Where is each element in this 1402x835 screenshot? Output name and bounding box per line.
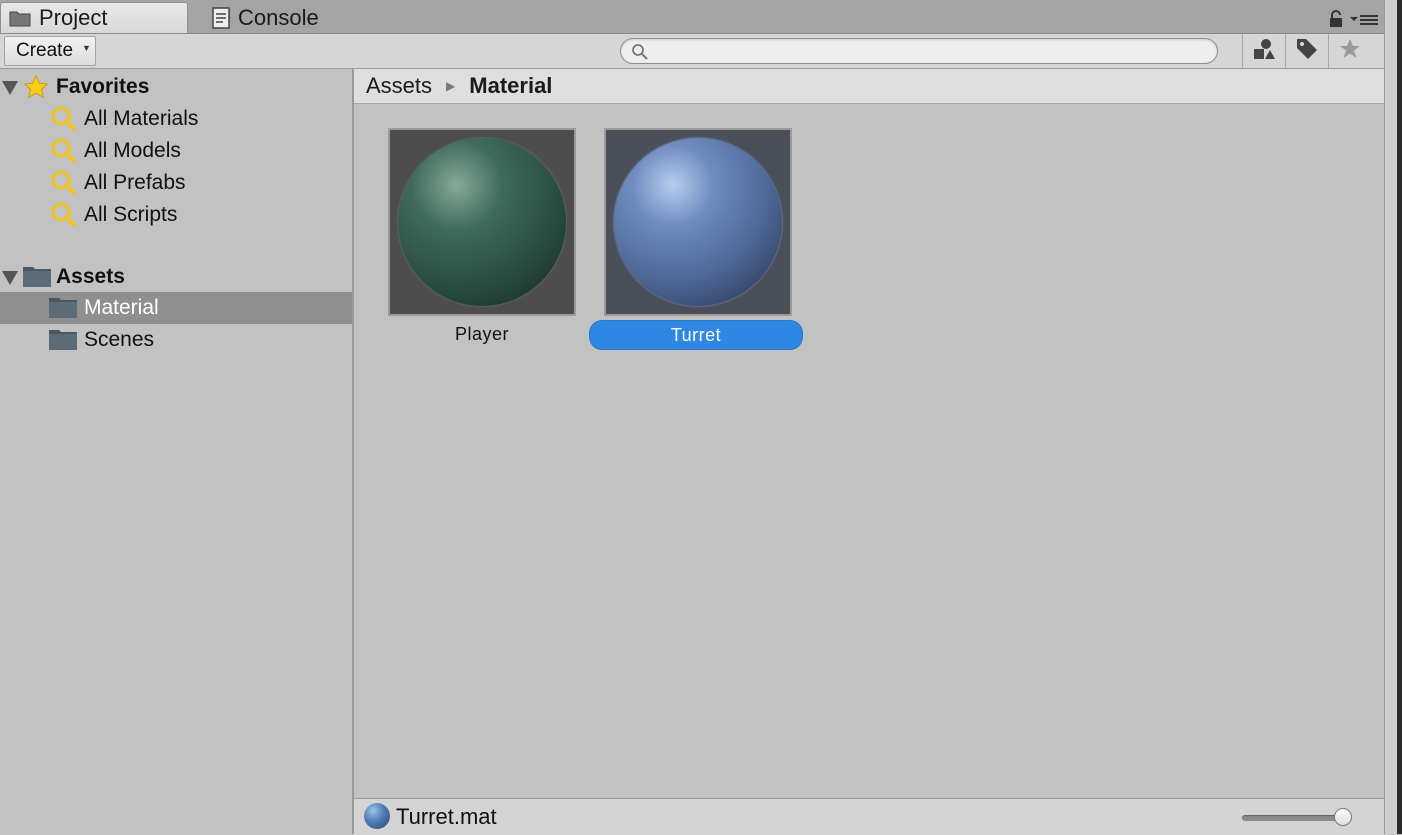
breadcrumb-separator-icon: ▶: [446, 79, 456, 93]
save-search-button[interactable]: [1328, 34, 1371, 68]
favorites-label: Favorites: [56, 75, 150, 98]
slider-handle[interactable]: [1334, 808, 1352, 826]
search-icon: [50, 169, 78, 197]
tab-project[interactable]: Project: [0, 2, 188, 33]
asset-label[interactable]: Player: [388, 324, 576, 345]
folder-item-material[interactable]: Material: [0, 292, 352, 324]
breadcrumb: Assets ▶ Material: [354, 69, 1384, 104]
asset-thumbnail[interactable]: [388, 128, 576, 316]
assets-header[interactable]: Assets: [0, 261, 352, 293]
tab-console[interactable]: Console: [212, 2, 352, 33]
folder-icon: [22, 264, 52, 288]
folder-icon: [48, 295, 78, 319]
selected-file-name: Turret.mat: [396, 804, 497, 829]
console-icon: [212, 6, 230, 29]
folder-item-label: Material: [84, 296, 159, 319]
context-menu-icon[interactable]: [1350, 11, 1380, 32]
status-bar: Turret.mat: [354, 798, 1384, 835]
window-edge: [1384, 0, 1402, 834]
search-field[interactable]: [620, 38, 1218, 64]
favorites-header[interactable]: Favorites: [0, 71, 352, 103]
material-sphere-icon: [398, 138, 566, 306]
folder-item-label: Scenes: [84, 328, 155, 351]
favorite-item-label: All Materials: [84, 107, 199, 130]
tab-strip: Project Console: [0, 0, 1384, 34]
material-sphere-icon: [614, 138, 782, 306]
asset-grid: Player Turret: [354, 104, 1384, 798]
favorite-item-all-materials[interactable]: All Materials: [0, 103, 352, 135]
star-icon: [1338, 37, 1362, 66]
window-controls: [1328, 10, 1380, 33]
assets-label: Assets: [56, 265, 125, 288]
asset-thumbnail[interactable]: [604, 128, 792, 316]
folder-tree: Favorites All Materials All Models All P…: [0, 69, 354, 834]
dropdown-arrow-icon: ▼: [82, 43, 91, 53]
favorite-item-all-scripts[interactable]: All Scripts: [0, 199, 352, 231]
create-label: Create: [16, 40, 74, 61]
asset-item-turret[interactable]: Turret: [590, 128, 802, 349]
star-icon: [22, 74, 50, 100]
favorite-item-all-models[interactable]: All Models: [0, 135, 352, 167]
search-by-label-button[interactable]: [1285, 34, 1328, 68]
create-button[interactable]: Create ▼: [4, 36, 96, 66]
search-input[interactable]: [655, 41, 1209, 63]
lock-icon[interactable]: [1328, 10, 1344, 33]
material-icon: [364, 803, 390, 829]
asset-item-player[interactable]: Player: [388, 128, 576, 345]
expand-triangle-icon[interactable]: [2, 271, 18, 285]
tag-icon: [1295, 37, 1319, 66]
tab-label: Project: [39, 5, 108, 30]
search-icon: [631, 43, 649, 66]
favorite-item-label: All Models: [84, 139, 181, 162]
shapes-icon: [1252, 38, 1276, 65]
toolbar: Create ▼: [0, 34, 1384, 69]
expand-triangle-icon[interactable]: [2, 81, 18, 95]
folder-icon: [9, 9, 31, 27]
tab-label: Console: [238, 4, 319, 30]
folder-icon: [48, 327, 78, 351]
favorite-item-label: All Prefabs: [84, 171, 186, 194]
asset-label-selected[interactable]: Turret: [590, 321, 802, 349]
favorite-item-label: All Scripts: [84, 203, 178, 226]
search-icon: [50, 105, 78, 133]
search-icon: [50, 201, 78, 229]
window-border: [1397, 0, 1402, 834]
search-by-type-button[interactable]: [1242, 34, 1285, 68]
thumbnail-size-slider[interactable]: [1242, 815, 1346, 821]
search-icon: [50, 137, 78, 165]
breadcrumb-assets[interactable]: Assets: [366, 73, 432, 99]
favorite-item-all-prefabs[interactable]: All Prefabs: [0, 167, 352, 199]
folder-item-scenes[interactable]: Scenes: [0, 324, 352, 356]
breadcrumb-material[interactable]: Material: [469, 73, 552, 99]
